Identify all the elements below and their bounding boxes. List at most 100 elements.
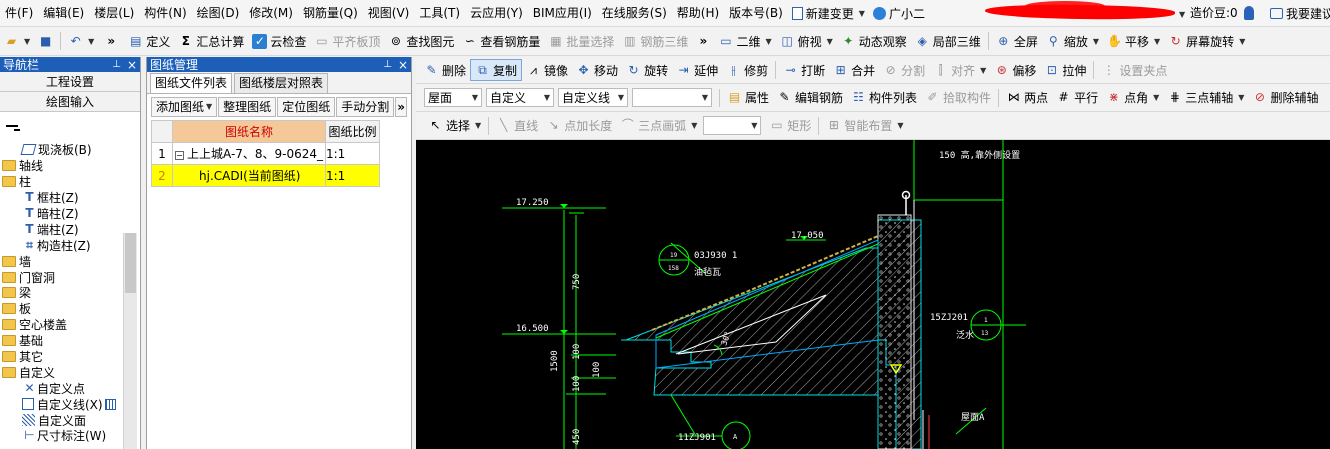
copy-button[interactable]: ⧉ 复制 [470, 59, 523, 81]
tree-item-dimension[interactable]: ⊢ 尺寸标注(W) [0, 428, 140, 444]
menu-bim[interactable]: BIM应用(I) [528, 0, 597, 27]
pin-icon[interactable]: ⊥ [112, 59, 121, 70]
manual-split-button[interactable]: 手动分割 [336, 97, 395, 117]
table-row[interactable]: 2 hj.CADI(当前图纸) 1:1 [151, 164, 380, 187]
component-select[interactable]: ▼ [632, 88, 712, 107]
menu-file[interactable]: 件(F) [0, 0, 38, 27]
row-scale-cell[interactable]: 1:1 [325, 164, 380, 187]
tree-item-end-column[interactable]: T 端柱(Z) [0, 221, 140, 237]
button-bar-overflow[interactable]: » [395, 97, 407, 117]
tree-item-column[interactable]: 柱 [0, 174, 140, 190]
table-row[interactable]: 1 − 上上城A-7、8、9-0624_ 1:1 [151, 142, 380, 165]
open-button[interactable]: ▰ ▼ [0, 30, 34, 52]
find-element-button[interactable]: ⊚ 查找图元 [384, 30, 458, 52]
parallel-button[interactable]: # 平行 [1052, 87, 1102, 109]
menu-help[interactable]: 帮助(H) [672, 0, 724, 27]
flat-slab-top-button[interactable]: ▭ 平齐板顶 [310, 30, 384, 52]
select-button[interactable]: ↖ 选择 ▼ [424, 115, 485, 137]
col-header-name[interactable]: 图纸名称 [172, 120, 326, 143]
tree-item-foundation[interactable]: 基础 [0, 333, 140, 349]
view-rebar-button[interactable]: ∽ 查看钢筋量 [458, 30, 544, 52]
tree-item-slab[interactable]: 板 [0, 301, 140, 317]
move-button[interactable]: ✥ 移动 [572, 59, 622, 81]
tree-item-frame-column[interactable]: T 框柱(Z) [0, 190, 140, 206]
stretch-button[interactable]: ⊡ 拉伸 [1040, 59, 1090, 81]
collapse-box-icon[interactable]: − [175, 151, 184, 160]
menu-rebar-qty[interactable]: 钢筋量(Q) [298, 0, 363, 27]
tree-item-other[interactable]: 其它 [0, 349, 140, 365]
tree-item-hidden-column[interactable]: T 暗柱(Z) [0, 206, 140, 222]
menu-edit[interactable]: 编辑(E) [38, 0, 89, 27]
close-icon[interactable]: × [127, 58, 137, 72]
project-settings-button[interactable]: 工程设置 [0, 72, 140, 92]
tree-item-beam[interactable]: 梁 [0, 285, 140, 301]
tree-item-custom-point[interactable]: ✕ 自定义点 [0, 380, 140, 396]
tree-item-cast-slab[interactable]: 现浇板(B) [0, 142, 140, 158]
save-button[interactable]: ■ [34, 30, 57, 52]
tree-item-custom[interactable]: 自定义 [0, 364, 140, 380]
delete-button[interactable]: ✎ 删除 [420, 59, 470, 81]
point-angle-button[interactable]: ⋇ 点角 ▼ [1102, 87, 1163, 109]
category-select[interactable]: 自定义 ▼ [486, 88, 554, 107]
rebar-3d-button[interactable]: ▥ 钢筋三维 [618, 30, 692, 52]
rotate-button[interactable]: ↻ 旋转 [622, 59, 672, 81]
point-length-button[interactable]: ↘ 点加长度 [542, 115, 616, 137]
account-dropdown-icon[interactable]: ▼ [1177, 0, 1185, 27]
tree-item-openings[interactable]: 门窗洞 [0, 269, 140, 285]
merge-button[interactable]: ⊞ 合并 [829, 59, 879, 81]
edit-rebar-button[interactable]: ✎ 编辑钢筋 [773, 87, 847, 109]
drawing-input-button[interactable]: 绘图输入 [0, 92, 140, 112]
tree-item-custom-face[interactable]: 自定义面 [0, 412, 140, 428]
three-point-arc-button[interactable]: ⌒ 三点画弧 ▼ [616, 115, 701, 137]
tab-file-list[interactable]: 图纸文件列表 [150, 73, 233, 93]
menu-tools[interactable]: 工具(T) [414, 0, 465, 27]
new-change-button[interactable]: 新建变更 ▼ [788, 2, 869, 24]
fullscreen-button[interactable]: ⊕ 全屏 [992, 30, 1042, 52]
collapse-icon[interactable] [6, 125, 18, 127]
menu-component[interactable]: 构件(N) [139, 0, 191, 27]
organize-drawing-button[interactable]: 整理图纸 [218, 97, 277, 117]
menu-floor[interactable]: 楼层(L) [89, 0, 139, 27]
row-name-cell[interactable]: − 上上城A-7、8、9-0624_ [172, 142, 326, 165]
screen-rotate-button[interactable]: ↻ 屏幕旋转 ▼ [1164, 30, 1249, 52]
nav-scrollbar[interactable] [123, 233, 137, 449]
undo-button[interactable]: ↶ ▼ [64, 30, 98, 52]
cloud-check-button[interactable]: ✓ 云检查 [248, 30, 310, 52]
tree-item-construct-column[interactable]: ⌗ 构造柱(Z) [0, 237, 140, 253]
view-2d-button[interactable]: ▭ 二维 ▼ [714, 30, 775, 52]
offset-button[interactable]: ⊛ 偏移 [990, 59, 1040, 81]
dynamic-observe-button[interactable]: ✦ 动态观察 [837, 30, 911, 52]
suggest-button[interactable]: 我要建议 [1266, 2, 1330, 24]
tree-item-axis[interactable]: 轴线 [0, 158, 140, 174]
subtype-select[interactable]: 自定义线 ▼ [558, 88, 628, 107]
pin-icon[interactable]: ⊥ [383, 59, 392, 70]
pan-button[interactable]: ✋ 平移 ▼ [1103, 30, 1164, 52]
batch-select-button[interactable]: ▦ 批量选择 [544, 30, 618, 52]
delete-axis-button[interactable]: ⊘ 删除辅轴 [1248, 87, 1322, 109]
two-point-button[interactable]: ⋈ 两点 [1002, 87, 1052, 109]
top-view-button[interactable]: ◫ 俯视 ▼ [776, 30, 837, 52]
mirror-button[interactable]: ⩘ 镜像 [522, 59, 572, 81]
align-button[interactable]: ⫿ 对齐 ▼ [929, 59, 990, 81]
define-button[interactable]: ▤ 定义 [124, 30, 174, 52]
trim-button[interactable]: ⫲ 修剪 [722, 59, 772, 81]
extend-button[interactable]: ⇥ 延伸 [672, 59, 722, 81]
notification-bell-icon[interactable] [1244, 6, 1254, 20]
row-name-cell[interactable]: hj.CADI(当前图纸) [172, 164, 326, 187]
add-drawing-button[interactable]: 添加图纸 ▼ [151, 97, 218, 117]
smart-layout-button[interactable]: ⊞ 智能布置 ▼ [822, 115, 907, 137]
local-3d-button[interactable]: ◈ 局部三维 [911, 30, 985, 52]
menu-view[interactable]: 视图(V) [363, 0, 415, 27]
menu-cloud[interactable]: 云应用(Y) [465, 0, 528, 27]
break-button[interactable]: ⊸ 打断 [779, 59, 829, 81]
split-button[interactable]: ⊘ 分割 [879, 59, 929, 81]
row-scale-cell[interactable]: 1:1 [325, 142, 380, 165]
col-header-scale[interactable]: 图纸比例 [325, 120, 380, 143]
component-list-button[interactable]: ☷ 构件列表 [847, 87, 921, 109]
locate-drawing-button[interactable]: 定位图纸 [277, 97, 336, 117]
menu-version[interactable]: 版本号(B) [724, 0, 788, 27]
summary-calc-button[interactable]: Σ 汇总计算 [174, 30, 248, 52]
nav-scrollbar-thumb[interactable] [125, 233, 136, 293]
tab-floor-map[interactable]: 图纸楼层对照表 [234, 73, 329, 93]
tree-item-custom-line[interactable]: 自定义线(X) [0, 396, 140, 413]
